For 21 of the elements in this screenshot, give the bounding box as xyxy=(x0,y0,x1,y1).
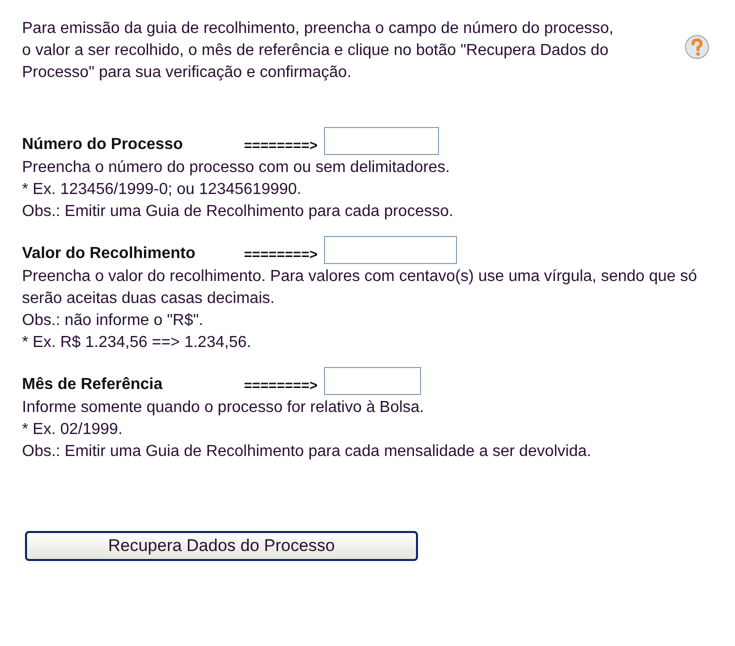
help-text: * Ex. R$ 1.234,56 ==> 1.234,56. xyxy=(22,333,252,353)
field-label: Valor do Recolhimento xyxy=(22,244,196,264)
arrow-text: ========> xyxy=(244,136,318,155)
field-label: Número do Processo xyxy=(22,135,184,155)
input-field[interactable] xyxy=(324,367,421,395)
help-text: * Ex. 02/1999. xyxy=(22,420,124,440)
input-field[interactable] xyxy=(324,127,439,155)
instructions-text: Para emissão da guia de recolhimento, preencha o campo de número do processo, o valor a ser recolhido, o mês de referência e clique no botão "Recupera Dados do Processo" para sua verificação e confirmação. xyxy=(22,19,614,83)
help-text: Obs.: Emitir uma Guia de Recolhimento para cada mensalidade a ser devolvida. xyxy=(22,442,592,462)
help-text: Preencha o valor do recolhimento. Para valores com centavo(s) use uma vírgula, sendo que só serão aceitas duas casas decimais. xyxy=(22,267,698,309)
retrieve-button[interactable]: Recupera Dados do Processo xyxy=(25,531,418,561)
help-text: * Ex. 123456/1999-0; ou 12345619990. xyxy=(22,180,302,200)
help-text: Obs.: Emitir uma Guia de Recolhimento para cada processo. xyxy=(22,202,454,222)
input-field[interactable] xyxy=(324,236,457,264)
help-text: Obs.: não informe o "R$". xyxy=(22,311,204,331)
help-text: Informe somente quando o processo for relativo à Bolsa. xyxy=(22,398,425,418)
help-icon[interactable] xyxy=(684,34,710,60)
arrow-text: ========> xyxy=(244,245,318,264)
arrow-text: ========> xyxy=(244,376,318,395)
field-label: Mês de Referência xyxy=(22,375,164,395)
help-text: Preencha o número do processo com ou sem delimitadores. xyxy=(22,158,451,178)
